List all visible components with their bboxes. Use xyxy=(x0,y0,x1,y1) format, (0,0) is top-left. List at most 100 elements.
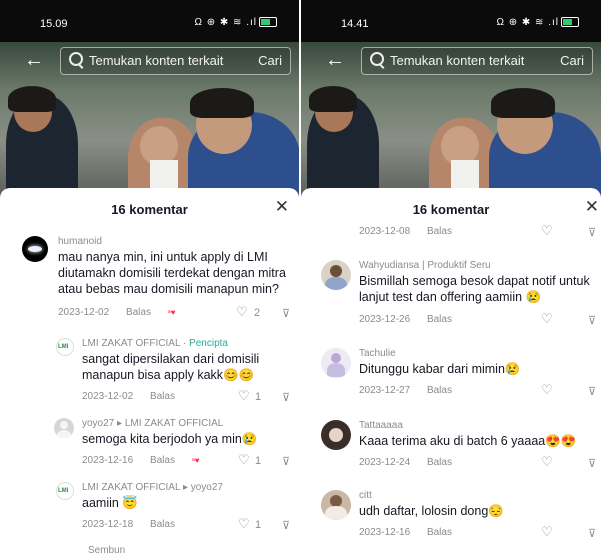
comment-date: 2023-12-16 xyxy=(82,455,134,466)
dislike-icon[interactable]: ⊽ xyxy=(588,385,596,398)
like-heart-icon[interactable]: ♡ xyxy=(236,304,248,320)
comment-item: LMI LMI ZAKAT OFFICIAL ▸ yoyo27 aamiin 😇… xyxy=(0,482,299,534)
search-placeholder: Temukan konten terkait xyxy=(89,53,224,68)
like-heart-icon[interactable]: ♡ xyxy=(541,311,553,327)
comment-text: semoga kita berjodoh ya min😢 xyxy=(82,432,258,446)
comment-date: 2023-12-26 xyxy=(359,314,411,325)
video-paper xyxy=(451,160,479,190)
video-preview[interactable]: 15.09 Ω ⊕ ✱ ≋ .ıl ← Temukan konten terka… xyxy=(0,0,299,200)
search-button[interactable]: Cari xyxy=(560,53,584,68)
comment-username[interactable]: LMI ZAKAT OFFICIAL · Pencipta xyxy=(82,338,228,349)
comment-meta: 2023-12-02 Balas xyxy=(82,391,189,402)
dislike-icon[interactable]: ⊽ xyxy=(588,527,596,540)
comment-date: 2023-12-16 xyxy=(359,527,411,538)
search-button[interactable]: Cari xyxy=(258,53,282,68)
like-heart-icon[interactable]: ♡ xyxy=(541,223,553,239)
comment-text: Ditunggu kabar dari mimin😢 xyxy=(359,362,521,376)
like-heart-icon[interactable]: ♡ xyxy=(541,382,553,398)
search-input[interactable]: Temukan konten terkait Cari xyxy=(361,47,593,75)
comment-meta: 2023-12-02 Balas ᵃ♥ xyxy=(58,307,189,318)
comment-username[interactable]: humanoid xyxy=(58,236,102,247)
reply-button[interactable]: Balas xyxy=(150,455,175,466)
dislike-icon[interactable]: ⊽ xyxy=(282,307,290,320)
comment-username[interactable]: Wahyudiansa | Produktif Seru xyxy=(359,260,491,271)
dislike-icon[interactable]: ⊽ xyxy=(588,226,596,239)
battery-icon xyxy=(259,17,277,28)
comment-date: 2023-12-24 xyxy=(359,457,411,468)
close-icon[interactable]: ✕ xyxy=(275,197,289,217)
search-icon xyxy=(370,52,384,66)
comment-item: humanoid mau nanya min, ini untuk apply … xyxy=(0,236,299,326)
dislike-icon[interactable]: ⊽ xyxy=(282,519,290,532)
dislike-icon[interactable]: ⊽ xyxy=(282,455,290,468)
reply-button[interactable]: Balas xyxy=(427,527,452,538)
comment-item: Wahyudiansa | Produktif Seru Bismillah s… xyxy=(301,260,601,330)
like-heart-icon[interactable]: ♡ xyxy=(541,524,553,540)
back-arrow-icon[interactable]: ← xyxy=(325,50,345,70)
comment-item: LMI LMI ZAKAT OFFICIAL · Pencipta sangat… xyxy=(0,338,299,408)
avatar[interactable]: LMI xyxy=(56,482,74,500)
dislike-icon[interactable]: ⊽ xyxy=(282,391,290,404)
comment-username[interactable]: citt xyxy=(359,490,372,501)
battery-icon xyxy=(561,17,579,28)
avatar[interactable] xyxy=(321,490,351,520)
comment-date: 2023-12-02 xyxy=(82,391,134,402)
comment-meta: 2023-12-08 Balas xyxy=(359,226,466,237)
reply-button[interactable]: Balas xyxy=(427,385,452,396)
like-heart-icon[interactable]: ♡ xyxy=(238,516,250,532)
creator-badge: · Pencipta xyxy=(180,338,228,349)
video-paper xyxy=(150,160,178,190)
like-count: 1 xyxy=(255,391,262,403)
avatar[interactable] xyxy=(321,260,351,290)
hide-replies-button[interactable]: Sembun xyxy=(88,545,125,555)
like-heart-icon[interactable]: ♡ xyxy=(238,388,250,404)
comments-sheet: 16 komentar ✕ humanoid mau nanya min, in… xyxy=(0,188,299,555)
back-arrow-icon[interactable]: ← xyxy=(24,50,44,70)
sheet-title: 16 komentar xyxy=(111,202,188,217)
video-preview[interactable]: 14.41 Ω ⊕ ✱ ≋ .ıl ← Temukan konten terka… xyxy=(301,0,601,200)
video-hair-right xyxy=(491,88,555,118)
comments-sheet: 16 komentar ✕ 2023-12-08 Balas ♡ ⊽ Wahyu… xyxy=(301,188,601,555)
like-count: 1 xyxy=(255,455,262,467)
dislike-icon[interactable]: ⊽ xyxy=(588,314,596,327)
reply-button[interactable]: Balas xyxy=(150,519,175,530)
comment-meta: 2023-12-16 Balas ᵃ♥ xyxy=(82,455,213,466)
reply-button[interactable]: Balas xyxy=(150,391,175,402)
comment-meta: 2023-12-18 Balas xyxy=(82,519,189,530)
avatar[interactable] xyxy=(321,348,351,378)
comment-username[interactable]: Tachulie xyxy=(359,348,396,359)
avatar[interactable] xyxy=(22,236,48,262)
reply-button[interactable]: Balas xyxy=(427,314,452,325)
video-hair-left xyxy=(8,86,56,112)
reply-button[interactable]: Balas xyxy=(427,457,452,468)
like-heart-icon[interactable]: ♡ xyxy=(238,452,250,468)
avatar[interactable] xyxy=(54,418,74,438)
comment-item: Tattaaaaa Kaaa terima aku di batch 6 yaa… xyxy=(301,420,601,475)
comment-item: citt udh daftar, lolosin dong😔 2023-12-1… xyxy=(301,490,601,545)
dislike-icon[interactable]: ⊽ xyxy=(588,457,596,470)
comment-item: yoyo27 ▸ LMI ZAKAT OFFICIAL semoga kita … xyxy=(0,418,299,470)
comment-meta: 2023-12-24 Balas xyxy=(359,457,466,468)
comment-username[interactable]: yoyo27 ▸ LMI ZAKAT OFFICIAL xyxy=(82,418,223,429)
like-count: 1 xyxy=(255,519,262,531)
reply-button[interactable]: Balas xyxy=(126,307,151,318)
comment-item: Tachulie Ditunggu kabar dari mimin😢 2023… xyxy=(301,348,601,403)
search-row: ← Temukan konten terkait Cari xyxy=(301,44,601,78)
left-screenshot: 15.09 Ω ⊕ ✱ ≋ .ıl ← Temukan konten terka… xyxy=(0,0,299,555)
search-placeholder: Temukan konten terkait xyxy=(390,53,525,68)
creator-liked-icon: ᵃ♥ xyxy=(191,456,200,465)
search-input[interactable]: Temukan konten terkait Cari xyxy=(60,47,291,75)
like-heart-icon[interactable]: ♡ xyxy=(541,454,553,470)
comment-meta: 2023-12-27 Balas xyxy=(359,385,466,396)
status-icons: Ω ⊕ ✱ ≋ .ıl xyxy=(194,17,277,28)
avatar[interactable]: LMI xyxy=(56,338,74,356)
right-screenshot: 14.41 Ω ⊕ ✱ ≋ .ıl ← Temukan konten terka… xyxy=(301,0,601,555)
comment-text: Kaaa terima aku di batch 6 yaaaa😍😍 xyxy=(359,434,577,448)
comment-username[interactable]: LMI ZAKAT OFFICIAL ▸ yoyo27 xyxy=(82,482,223,493)
comment-text: mau nanya min, ini untuk apply di LMI di… xyxy=(58,250,286,296)
comment-text: udh daftar, lolosin dong😔 xyxy=(359,504,504,518)
reply-button[interactable]: Balas xyxy=(427,226,452,237)
avatar[interactable] xyxy=(321,420,351,450)
comment-username[interactable]: Tattaaaaa xyxy=(359,420,403,431)
close-icon[interactable]: ✕ xyxy=(585,197,599,217)
